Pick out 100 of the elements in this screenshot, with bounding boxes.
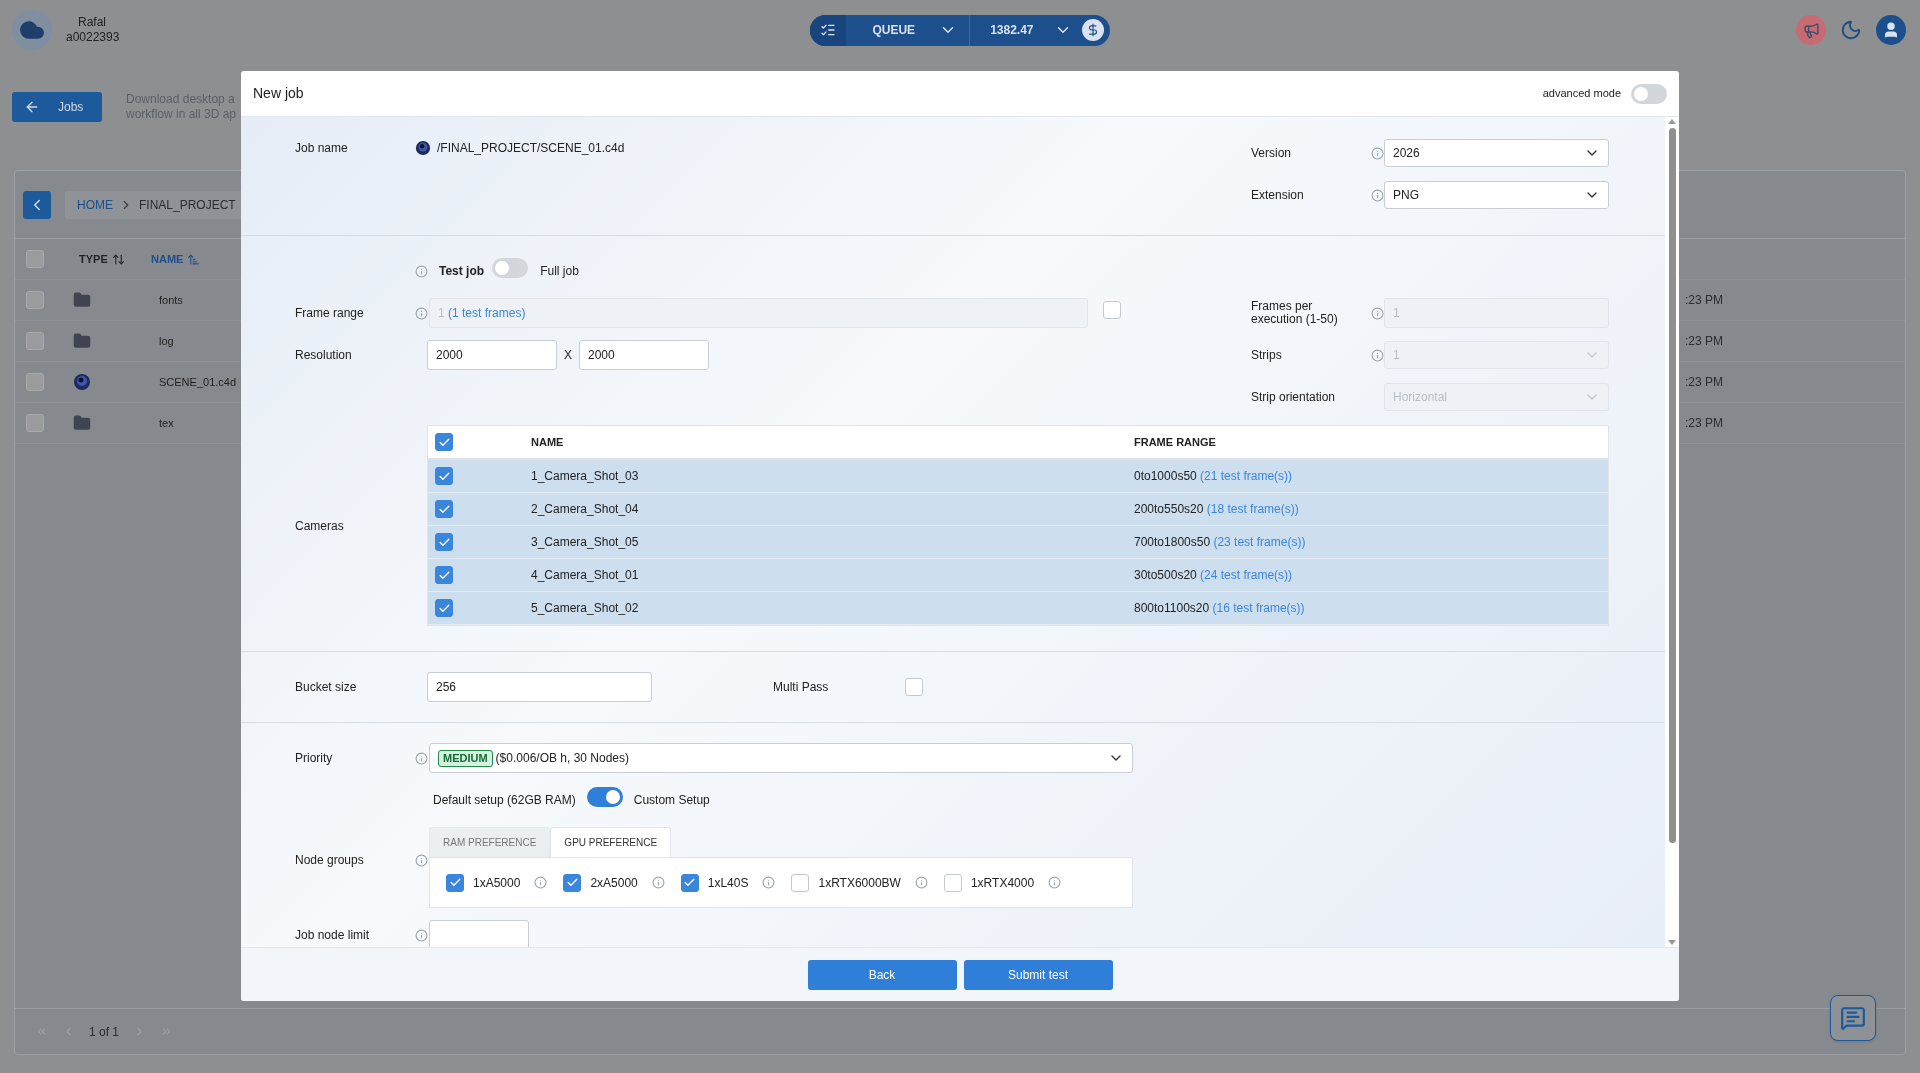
frame-range-text: 200to550s20 (18 test frame(s)) xyxy=(1134,501,1299,518)
dollar-icon[interactable] xyxy=(1081,19,1104,41)
avatar[interactable] xyxy=(12,10,52,50)
field-label: Resolution xyxy=(295,347,353,364)
field-label: Job node limit xyxy=(295,927,371,944)
info-icon xyxy=(415,751,428,765)
gpu-option-label: 1xL40S xyxy=(707,874,749,892)
checkbox[interactable] xyxy=(26,414,44,432)
advanced-mode-toggle[interactable] xyxy=(1631,83,1667,104)
job-type-toggle[interactable] xyxy=(492,257,529,278)
camera-name: 2_Camera_Shot_04 xyxy=(531,501,640,518)
scrollbar[interactable] xyxy=(1665,117,1679,947)
field-label: Cameras xyxy=(295,517,345,535)
toggle-label: Default setup (62GB RAM) xyxy=(433,792,576,809)
camera-name: 4_Camera_Shot_01 xyxy=(531,567,640,584)
chat-icon xyxy=(1840,1005,1866,1031)
field-label: Job name xyxy=(295,140,349,157)
dialog-title: New job xyxy=(253,84,304,103)
camera-row[interactable]: 5_Camera_Shot_02 800to1100s20 (16 test frame(s)) xyxy=(428,592,1608,625)
field-label: Bucket size xyxy=(295,679,358,696)
extension-select[interactable]: PNG xyxy=(1384,181,1609,209)
width-field[interactable]: 2000 xyxy=(427,340,557,370)
checkbox[interactable] xyxy=(435,500,453,518)
check-icon xyxy=(565,876,579,889)
info-icon xyxy=(1371,146,1384,160)
info-icon xyxy=(1048,876,1062,889)
check-icon xyxy=(448,876,462,889)
frame-range-text: 800to1100s20 (16 test frame(s)) xyxy=(1134,600,1305,617)
camera-row[interactable]: 2_Camera_Shot_04 200to550s20 (18 test frame(s)) xyxy=(428,493,1608,526)
moon-icon[interactable] xyxy=(1840,19,1862,41)
profile-icon[interactable] xyxy=(1876,15,1906,45)
info-icon xyxy=(1371,348,1384,362)
queue-dropdown[interactable]: QUEUE xyxy=(846,14,971,46)
megaphone-glyph-icon xyxy=(1802,21,1820,39)
checkbox[interactable] xyxy=(26,373,44,391)
column-header[interactable]: TYPE xyxy=(79,250,151,268)
list-icon[interactable] xyxy=(810,14,847,46)
height-field[interactable]: 2000 xyxy=(579,340,709,370)
frame-range-text: 0to1000s50 (21 test frame(s)) xyxy=(1134,468,1293,485)
checkbox[interactable] xyxy=(943,873,962,892)
checkbox[interactable] xyxy=(905,678,923,696)
info-icon xyxy=(415,264,428,278)
check-icon xyxy=(683,876,697,889)
submit-button[interactable]: Submit test xyxy=(963,959,1113,990)
bucket-size-field[interactable]: 256 xyxy=(427,672,652,702)
folder-icon xyxy=(73,414,91,432)
field-label: Extension xyxy=(1251,187,1305,204)
camera-row[interactable]: 3_Camera_Shot_05 700to1800s50 (23 test frame(s)) xyxy=(428,526,1608,559)
field-label: Frame range xyxy=(295,305,365,322)
sort-ascending-icon xyxy=(187,252,201,266)
separator-text: X xyxy=(564,347,572,364)
checkbox[interactable] xyxy=(680,873,699,892)
camera-name: 1_Camera_Shot_03 xyxy=(531,468,640,485)
checkbox[interactable] xyxy=(563,873,582,892)
back-button[interactable]: Back xyxy=(807,959,957,990)
balance-dropdown[interactable]: 1382.47 xyxy=(970,14,1082,46)
breadcrumb-link[interactable]: FINAL_PROJECT xyxy=(139,195,236,214)
checkbox[interactable] xyxy=(435,566,453,584)
modified-time: :23 PM xyxy=(1685,374,1723,391)
folder-icon xyxy=(73,291,91,309)
priority-select[interactable]: MEDIUM ($0.006/OB h, 30 Nodes) xyxy=(429,743,1133,773)
chat-button[interactable] xyxy=(1830,995,1876,1041)
checklist-icon xyxy=(820,22,837,38)
field-label: Node groups xyxy=(295,852,365,869)
page-indicator: 1 of 1 xyxy=(89,1023,120,1041)
priority-detail: ($0.006/OB h, 30 Nodes) xyxy=(495,750,630,767)
info-icon xyxy=(415,306,428,320)
toggle-label: Full job xyxy=(540,263,579,280)
checkbox[interactable] xyxy=(26,250,44,268)
camera-row[interactable]: 4_Camera_Shot_01 30to500s20 (24 test frame(s)) xyxy=(428,559,1608,592)
field-label: Frames per execution (1-50) xyxy=(1251,300,1339,326)
column-header: NAME xyxy=(531,434,565,450)
camera-name: 5_Camera_Shot_02 xyxy=(531,600,640,617)
checkbox[interactable] xyxy=(446,873,464,892)
modified-time: :23 PM xyxy=(1685,292,1723,309)
checkbox[interactable] xyxy=(435,599,453,617)
back-button[interactable] xyxy=(23,190,51,219)
info-icon xyxy=(1371,188,1384,202)
checkbox[interactable] xyxy=(791,873,810,892)
field-label: Strip orientation xyxy=(1251,389,1337,406)
job-node-limit-field[interactable] xyxy=(429,920,529,947)
field-label: Priority xyxy=(295,750,334,767)
checkbox[interactable] xyxy=(26,291,44,309)
column-header: FRAME RANGE xyxy=(1134,434,1216,450)
checkbox[interactable] xyxy=(435,533,453,551)
checkbox[interactable] xyxy=(26,332,44,350)
camera-row[interactable]: 1_Camera_Shot_03 0to1000s50 (21 test frame(s)) xyxy=(428,460,1608,493)
preference-tab[interactable]: RAM PREFERENCE xyxy=(429,827,551,857)
checkbox[interactable] xyxy=(435,467,453,485)
preference-tab[interactable]: GPU PREFERENCE xyxy=(550,827,672,857)
modified-time: :23 PM xyxy=(1685,333,1723,350)
field-label: Version xyxy=(1251,145,1293,162)
toggle-label: advanced mode xyxy=(1542,86,1621,102)
person-icon xyxy=(1882,21,1900,39)
megaphone-icon[interactable] xyxy=(1796,15,1826,45)
setup-toggle[interactable] xyxy=(586,786,623,807)
jobs-button[interactable]: Jobs xyxy=(12,92,102,122)
select-all-checkbox[interactable] xyxy=(435,433,453,451)
field-label: Multi Pass xyxy=(773,679,830,696)
version-select[interactable]: 2026 xyxy=(1384,139,1609,167)
